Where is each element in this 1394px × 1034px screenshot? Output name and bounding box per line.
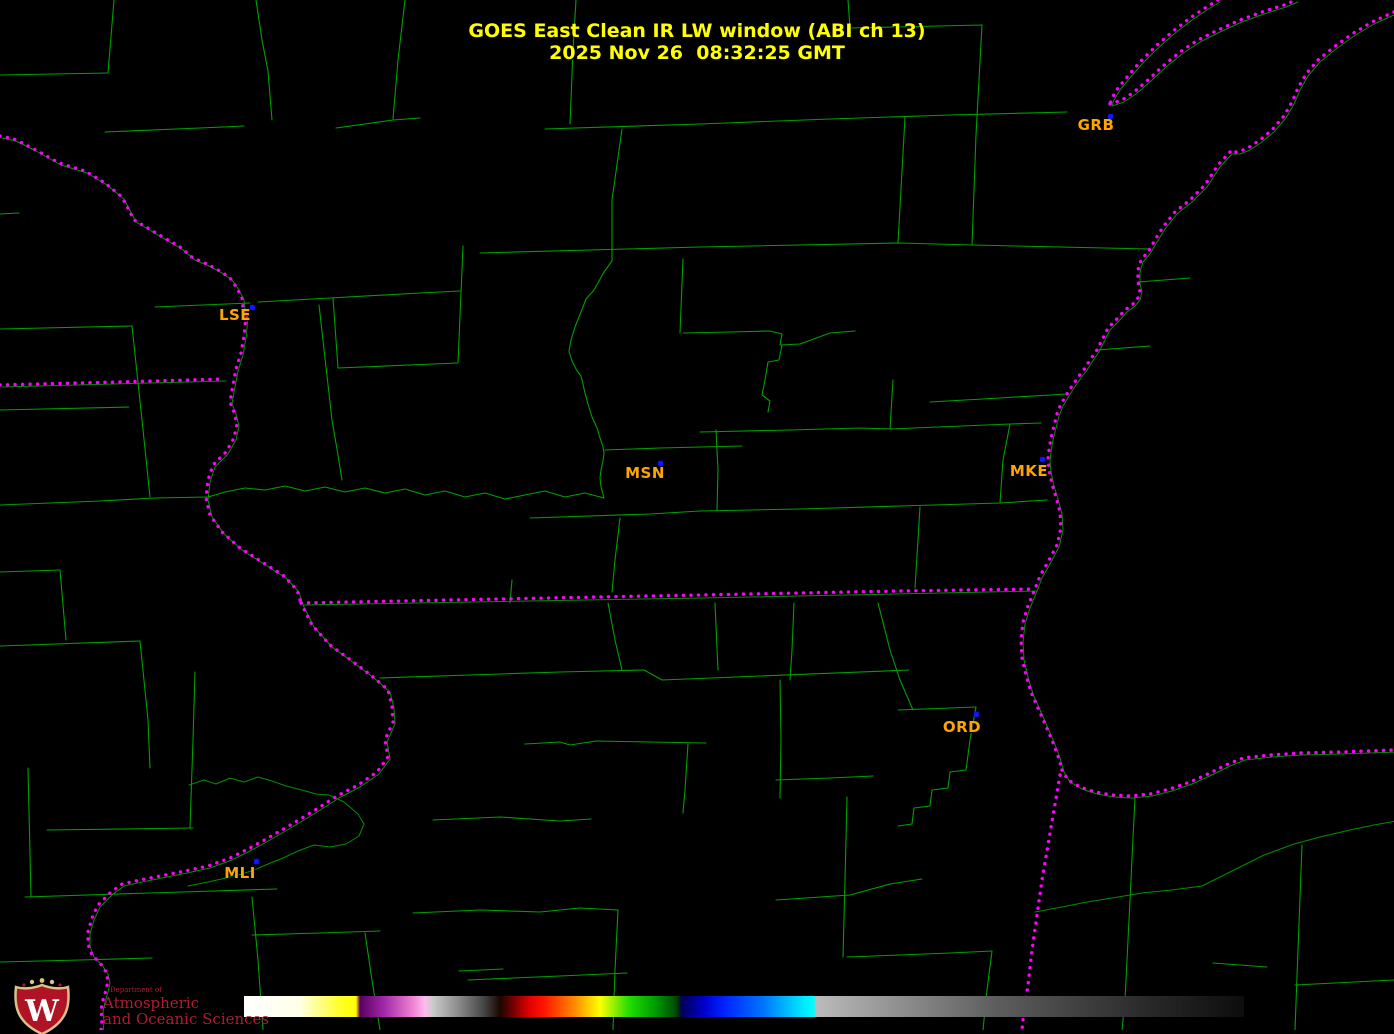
station-label-MLI: MLI	[224, 864, 256, 882]
crest-letter: W	[24, 994, 60, 1029]
map-boundaries	[0, 0, 1394, 1030]
station-label-ORD: ORD	[942, 718, 982, 736]
station-label-MKE: MKE	[1009, 462, 1049, 480]
station-label-MSN: MSN	[625, 464, 665, 482]
state-border-lines	[0, 0, 1394, 1030]
station-dot-MKE	[1039, 456, 1045, 462]
logo-line-3: and Oceanic Sciences	[103, 1010, 270, 1028]
station-dot-MLI	[253, 858, 259, 864]
station-dot-ORD	[973, 711, 979, 717]
satellite-map-view: GOES East Clean IR LW window (ABI ch 13)…	[0, 0, 1394, 1034]
temperature-colorbar	[244, 996, 1244, 1017]
uw-aos-logo: W Department of Atmospheric and Oceanic …	[0, 976, 330, 1034]
station-label-GRB: GRB	[1077, 116, 1115, 134]
station-label-LSE: LSE	[218, 306, 252, 324]
logo-dept-line: Department of	[110, 986, 162, 994]
shoreline-lines	[1, 1, 1394, 1030]
uw-crest-icon: W	[14, 978, 70, 1034]
